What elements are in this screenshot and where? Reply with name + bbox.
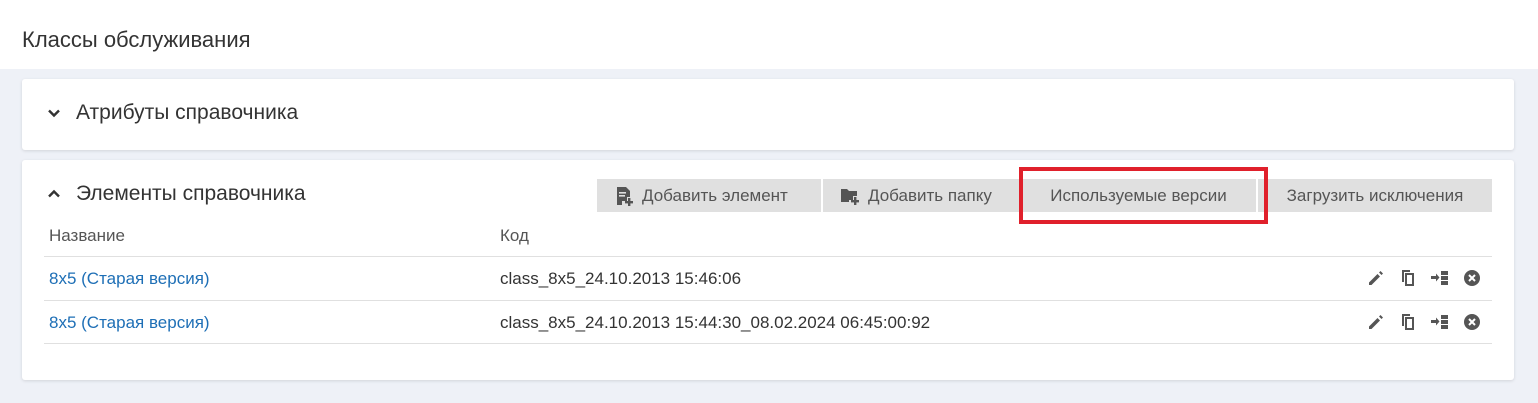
add-folder-label: Добавить папку <box>868 185 992 205</box>
row-actions <box>1366 312 1482 332</box>
attributes-panel-title: Атрибуты справочника <box>76 101 299 124</box>
column-header-code: Код <box>500 226 529 245</box>
used-versions-label: Используемые версии <box>1050 185 1227 205</box>
page-title: Классы обслуживания <box>22 27 251 52</box>
attributes-panel: Атрибуты справочника <box>22 79 1514 150</box>
row-code: class_8x5_24.10.2013 15:46:06 <box>500 269 742 288</box>
used-versions-button[interactable]: Используемые версии <box>1021 179 1256 212</box>
row-code: class_8x5_24.10.2013 15:44:30_08.02.2024… <box>500 313 931 332</box>
delete-icon[interactable] <box>1462 312 1482 332</box>
row-name-link[interactable]: 8x5 (Старая версия) <box>49 269 210 289</box>
move-icon[interactable] <box>1430 268 1450 288</box>
move-icon[interactable] <box>1430 312 1450 332</box>
add-element-label: Добавить элемент <box>642 185 788 205</box>
row-actions <box>1366 268 1482 288</box>
edit-icon[interactable] <box>1366 312 1386 332</box>
attributes-panel-header[interactable]: Атрибуты справочника <box>46 101 298 125</box>
chevron-up-icon <box>46 186 62 202</box>
elements-panel: Элементы справочника Добавить элемент До… <box>22 160 1514 380</box>
column-header-name: Название <box>49 226 125 245</box>
copy-icon[interactable] <box>1398 312 1418 332</box>
chevron-down-icon <box>46 105 62 121</box>
delete-icon[interactable] <box>1462 268 1482 288</box>
edit-icon[interactable] <box>1366 268 1386 288</box>
table-row: 8x5 (Старая версия) class_8x5_24.10.2013… <box>44 256 1492 300</box>
add-document-icon <box>614 186 634 206</box>
elements-panel-header[interactable]: Элементы справочника <box>46 182 306 206</box>
add-folder-icon <box>840 186 860 206</box>
load-exceptions-label: Загрузить исключения <box>1286 185 1464 205</box>
table-row: 8x5 (Старая версия) class_8x5_24.10.2013… <box>44 300 1492 344</box>
add-element-button[interactable]: Добавить элемент <box>597 179 821 212</box>
elements-toolbar: Добавить элемент Добавить папку Использу… <box>597 179 1492 212</box>
elements-panel-title: Элементы справочника <box>76 182 306 205</box>
copy-icon[interactable] <box>1398 268 1418 288</box>
load-exceptions-button[interactable]: Загрузить исключения <box>1258 179 1492 212</box>
top-bar: Классы обслуживания <box>0 0 1538 69</box>
add-folder-button[interactable]: Добавить папку <box>823 179 1019 212</box>
row-name-link[interactable]: 8x5 (Старая версия) <box>49 313 210 333</box>
